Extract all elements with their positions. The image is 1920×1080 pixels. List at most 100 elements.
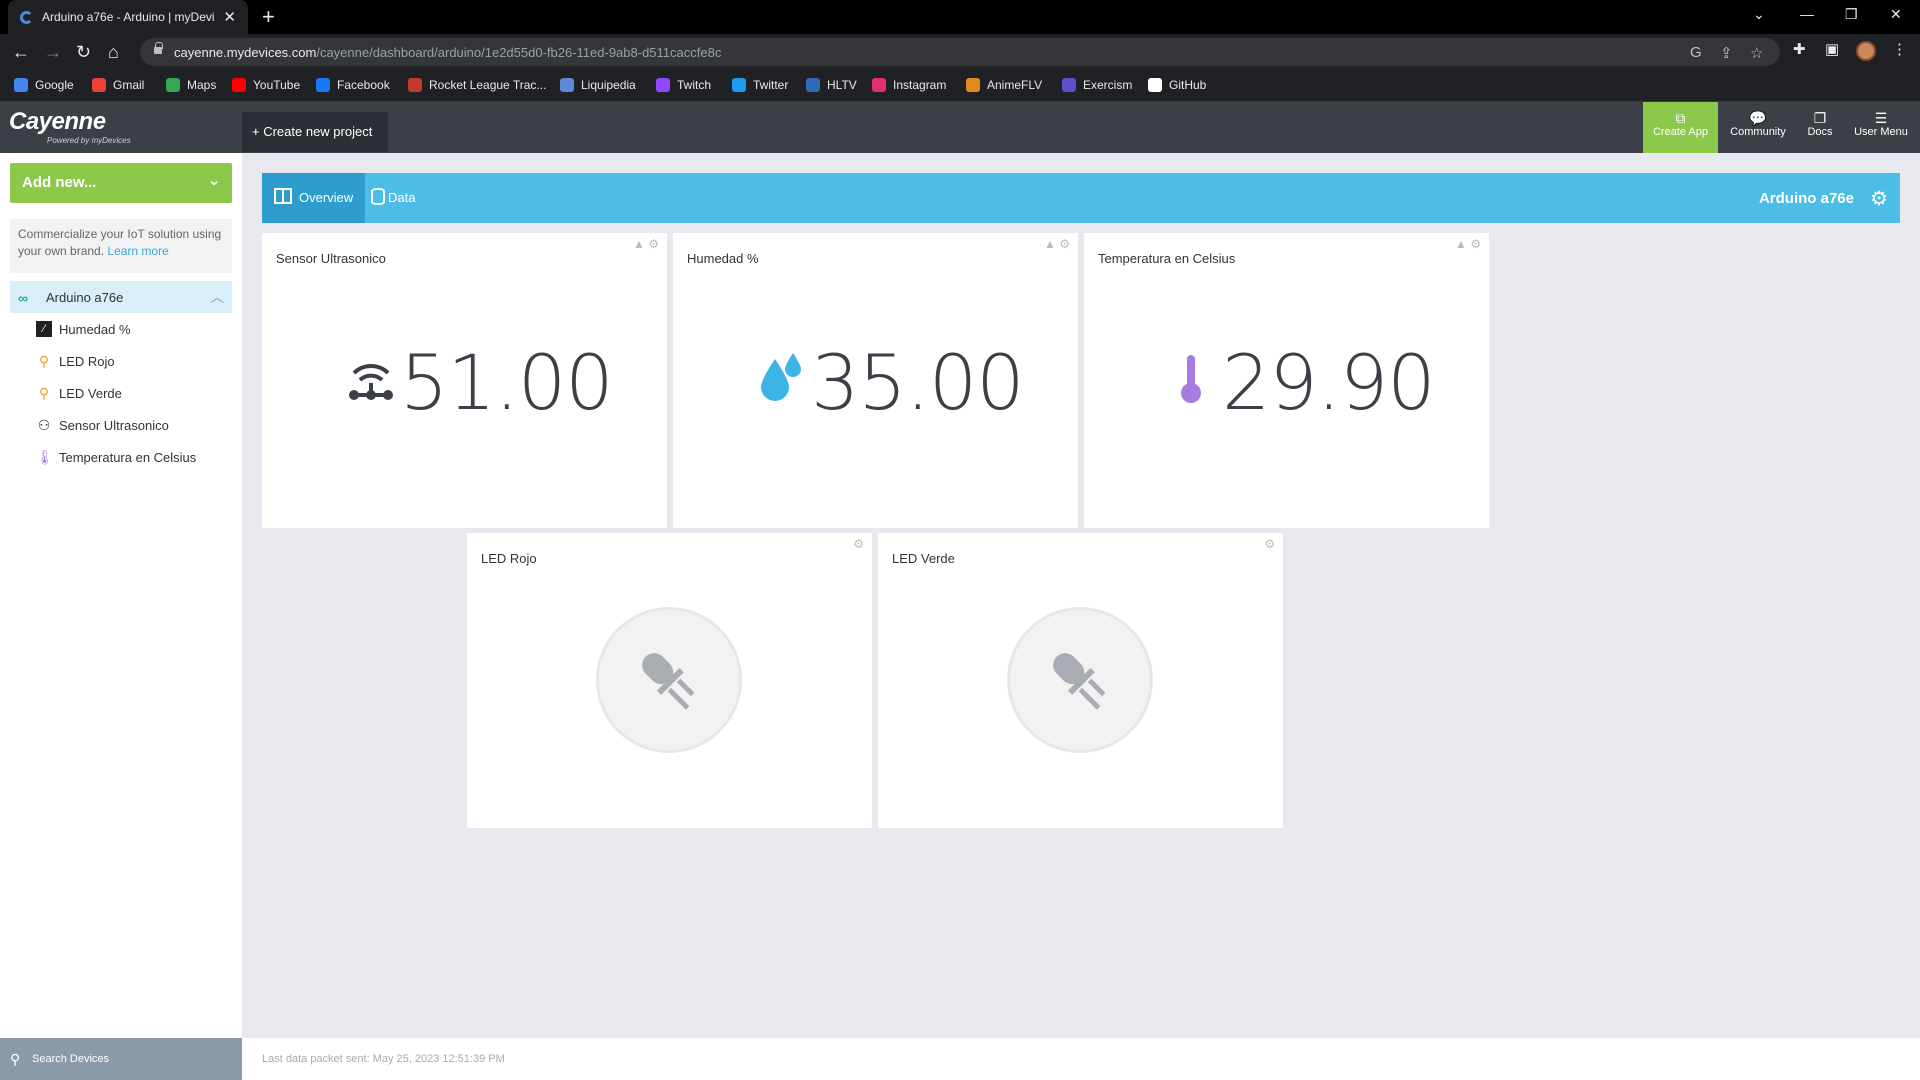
bookmark-twitch[interactable]: Twitch: [656, 78, 711, 96]
bookmark-favicon-icon: [656, 78, 670, 92]
restore-icon[interactable]: ❐: [1845, 6, 1858, 23]
docs-icon: ❐: [1813, 110, 1827, 126]
add-new-dropdown[interactable]: Add new... ⌄: [10, 163, 232, 203]
cayenne-favicon-icon: [20, 11, 33, 24]
arduino-infinity-icon: ∞: [18, 290, 28, 306]
sidebar-item-led-rojo[interactable]: ⚲ LED Rojo: [10, 345, 232, 377]
ultrasonic-icon: ⚇: [37, 417, 51, 433]
sidebar-item-led-verde[interactable]: ⚲ LED Verde: [10, 377, 232, 409]
sidebar-item-sensor-ultrasonico[interactable]: ⚇ Sensor Ultrasonico: [10, 409, 232, 441]
minimize-icon[interactable]: —: [1800, 6, 1814, 22]
widget-chart-settings-icons[interactable]: ▲ ⚙: [1044, 237, 1070, 251]
thermometer-icon: 🌡: [36, 449, 54, 465]
home-icon[interactable]: ⌂: [108, 42, 119, 62]
bookmark-favicon-icon: [872, 78, 886, 92]
widget-temperatura: Temperatura en Celsius ▲ ⚙ 29.90: [1084, 233, 1489, 528]
bookmark-favicon-icon: [1148, 78, 1162, 92]
search-devices-input[interactable]: ⚲ Search Devices: [0, 1038, 242, 1080]
bookmark-favicon-icon: [316, 78, 330, 92]
browser-tab-bar: Arduino a76e - Arduino | myDevi ✕ + ⌄ — …: [0, 0, 1920, 34]
tab-overview[interactable]: Overview: [262, 173, 365, 223]
bookmark-rocket-league-trac[interactable]: Rocket League Trac...: [408, 78, 546, 96]
docs-button[interactable]: ❐ Docs: [1800, 102, 1840, 153]
led-icon: ⚲: [38, 385, 50, 401]
forward-icon[interactable]: →: [44, 42, 62, 62]
led-icon: [1053, 653, 1106, 710]
widget-title: LED Rojo: [481, 551, 537, 566]
thermometer-icon: [1181, 355, 1201, 403]
sidebar-device-arduino[interactable]: ∞ Arduino a76e ︿: [10, 281, 232, 313]
create-new-project-button[interactable]: + Create new project: [242, 112, 388, 152]
dashboard-tab-bar: Overview Data Arduino a76e ⚙: [262, 173, 1900, 223]
side-panel-icon[interactable]: ▣: [1825, 40, 1839, 58]
widget-chart-settings-icons[interactable]: ▲ ⚙: [1455, 237, 1481, 251]
bookmark-favicon-icon: [232, 78, 246, 92]
water-drops-icon: [761, 353, 801, 401]
bookmark-github[interactable]: GitHub: [1148, 78, 1206, 96]
device-settings-gear-icon[interactable]: ⚙: [1870, 186, 1888, 211]
extensions-icon[interactable]: ✚: [1793, 40, 1806, 58]
bookmark-star-icon[interactable]: ☆: [1750, 44, 1763, 62]
new-tab-icon[interactable]: +: [262, 4, 275, 30]
hamburger-icon: ☰: [1874, 110, 1888, 126]
browser-tab[interactable]: Arduino a76e - Arduino | myDevi ✕: [8, 0, 248, 34]
widget-humedad: Humedad % ▲ ⚙ 35.00: [673, 233, 1078, 528]
widget-sensor-ultrasonico: Sensor Ultrasonico ▲ ⚙ 51.00: [262, 233, 667, 528]
cayenne-logo[interactable]: Cayenne: [9, 108, 106, 136]
bookmark-twitter[interactable]: Twitter: [732, 78, 788, 96]
bookmark-maps[interactable]: Maps: [166, 78, 216, 96]
widget-led-rojo: LED Rojo ⚙: [467, 533, 872, 828]
url-text: cayenne.mydevices.com/cayenne/dashboard/…: [174, 45, 722, 60]
widget-settings-icon[interactable]: ⚙: [1264, 537, 1275, 551]
sidebar-item-temperatura[interactable]: 🌡 Temperatura en Celsius: [10, 441, 232, 473]
tab-search-icon[interactable]: ⌄: [1753, 6, 1765, 23]
widget-value: 35.00: [811, 338, 1025, 427]
user-menu-button[interactable]: ☰ User Menu: [1848, 102, 1914, 153]
profile-avatar[interactable]: [1856, 41, 1876, 61]
widget-title: Temperatura en Celsius: [1098, 251, 1236, 266]
close-window-icon[interactable]: ✕: [1890, 6, 1902, 23]
bookmark-hltv[interactable]: HLTV: [806, 78, 857, 96]
device-name-label: Arduino a76e: [1758, 190, 1854, 207]
chevron-up-icon[interactable]: ︿: [210, 287, 224, 307]
close-tab-icon[interactable]: ✕: [223, 8, 236, 26]
browser-menu-icon[interactable]: ⋮: [1892, 40, 1907, 58]
ultrasonic-icon: [349, 363, 393, 400]
last-packet-footer: Last data packet sent: May 25, 2023 12:5…: [242, 1038, 1920, 1080]
humidity-chart-icon: ⁄: [36, 321, 52, 337]
chevron-down-icon: ⌄: [208, 172, 220, 188]
led-toggle-button[interactable]: [596, 607, 742, 753]
sidebar-item-humedad[interactable]: ⁄ Humedad %: [10, 313, 232, 345]
create-app-icon: ⧉: [1675, 110, 1686, 126]
bookmark-liquipedia[interactable]: Liquipedia: [560, 78, 636, 96]
widget-title: Humedad %: [687, 251, 759, 266]
bookmark-instagram[interactable]: Instagram: [872, 78, 946, 96]
back-icon[interactable]: ←: [12, 42, 30, 62]
widget-chart-settings-icons[interactable]: ▲ ⚙: [633, 237, 659, 251]
widget-value: 29.90: [1222, 338, 1436, 427]
bookmark-google[interactable]: Google: [14, 78, 74, 96]
logo-subtitle: Powered by myDevices: [47, 136, 131, 145]
bookmark-favicon-icon: [14, 78, 28, 92]
reload-icon[interactable]: ↻: [76, 42, 91, 62]
bookmark-gmail[interactable]: Gmail: [92, 78, 144, 96]
plus-icon: +: [252, 124, 264, 139]
tab-title: Arduino a76e - Arduino | myDevi: [42, 10, 215, 24]
bookmark-animeflv[interactable]: AnimeFLV: [966, 78, 1042, 96]
led-toggle-button[interactable]: [1007, 607, 1153, 753]
address-bar[interactable]: cayenne.mydevices.com/cayenne/dashboard/…: [140, 38, 1780, 66]
bookmark-favicon-icon: [408, 78, 422, 92]
bookmark-youtube[interactable]: YouTube: [232, 78, 300, 96]
widget-led-verde: LED Verde ⚙: [878, 533, 1283, 828]
bookmark-exercism[interactable]: Exercism: [1062, 78, 1132, 96]
bookmark-facebook[interactable]: Facebook: [316, 78, 390, 96]
google-lens-icon[interactable]: G: [1690, 44, 1702, 61]
create-app-button[interactable]: ⧉ Create App: [1643, 102, 1718, 153]
bookmarks-bar: Google Gmail Maps YouTube Facebook Rocket Lea…: [0, 70, 1920, 102]
community-button[interactable]: 💬 Community: [1722, 102, 1794, 153]
share-icon[interactable]: ⇪: [1720, 44, 1733, 62]
tab-data[interactable]: Data: [365, 173, 445, 223]
browser-toolbar: ← → ↻ ⌂ cayenne.mydevices.com/cayenne/da…: [0, 34, 1920, 70]
learn-more-link[interactable]: Learn more: [107, 244, 168, 258]
widget-settings-icon[interactable]: ⚙: [853, 537, 864, 551]
